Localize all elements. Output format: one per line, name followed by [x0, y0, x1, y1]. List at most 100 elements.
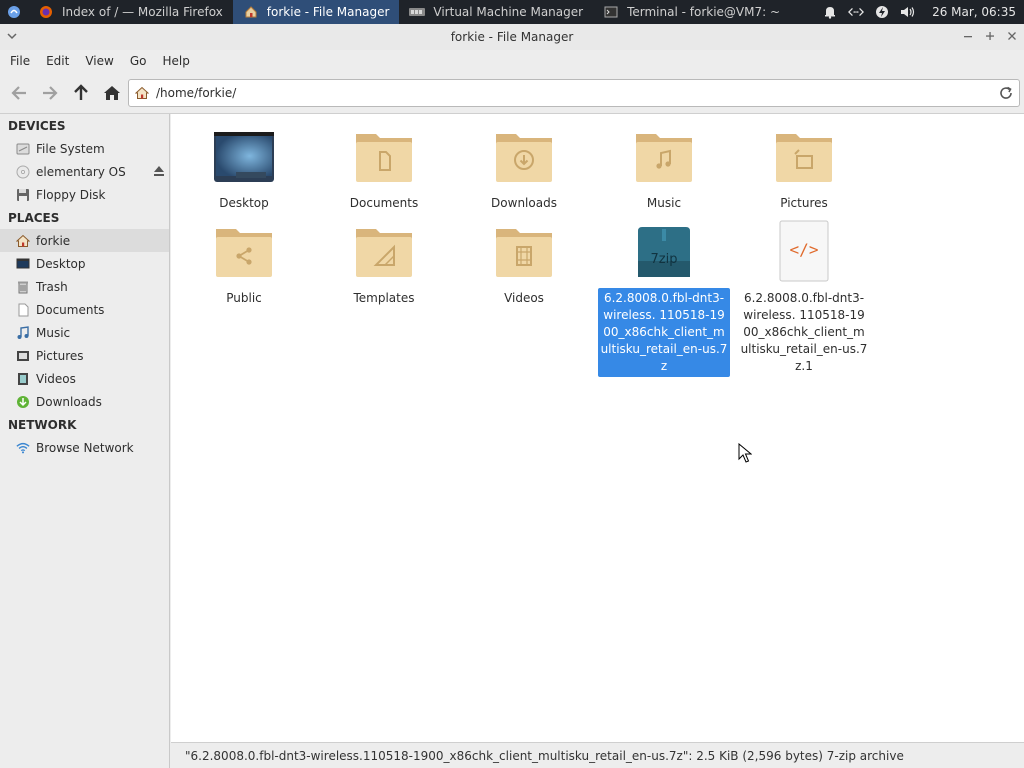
menu-help[interactable]: Help — [154, 54, 197, 68]
sidebar-item-label: Downloads — [36, 394, 102, 409]
document-icon — [16, 303, 30, 317]
home-button[interactable] — [96, 78, 127, 108]
task-terminal[interactable]: Terminal - forkie@VM7: ~ — [593, 0, 790, 24]
parent-folder-button[interactable] — [65, 78, 96, 108]
file-item-label: Pictures — [780, 196, 828, 210]
icon-text: </> — [789, 240, 819, 259]
sidebar-item-pictures[interactable]: Pictures — [0, 344, 169, 367]
task-label: Virtual Machine Manager — [433, 5, 584, 19]
arrow-left-icon — [10, 85, 26, 100]
desktop-folder-icon — [212, 124, 276, 188]
window-title: forkie - File Manager — [450, 30, 574, 44]
sidebar-item-browse-network[interactable]: Browse Network — [0, 436, 169, 459]
menubar: File Edit View Go Help — [0, 50, 1024, 72]
file-item-templates[interactable]: Templates — [319, 219, 449, 309]
file-item-music[interactable]: Music — [599, 124, 729, 214]
clock[interactable]: 26 Mar, 06:35 — [932, 5, 1016, 19]
sidebar-item-label: forkie — [36, 233, 71, 248]
app-menu-icon — [8, 6, 20, 18]
app-menu-button[interactable] — [0, 0, 28, 24]
sidebar-item-label: Music — [36, 325, 71, 340]
minimize-button[interactable] — [960, 28, 976, 44]
hard-drive-icon — [16, 142, 30, 156]
task-file-manager[interactable]: forkie - File Manager — [232, 0, 400, 24]
file-item-code-file[interactable]: </> 6.2.8008.0.fbl-dnt3-wireless. 110518… — [738, 219, 870, 377]
file-item-desktop[interactable]: Desktop — [179, 124, 309, 214]
file-item-label: Music — [646, 196, 682, 210]
task-label: Index of / — Mozilla Firefox — [62, 5, 223, 19]
task-label: forkie - File Manager — [266, 5, 390, 19]
close-button[interactable] — [1004, 28, 1020, 44]
reload-icon[interactable] — [998, 85, 1014, 101]
file-item-videos[interactable]: Videos — [459, 219, 589, 309]
terminal-icon — [603, 4, 619, 20]
task-firefox[interactable]: Index of / — Mozilla Firefox — [28, 0, 233, 24]
virt-manager-icon — [409, 4, 426, 20]
desktop-icon — [16, 257, 30, 271]
window-menu-icon[interactable] — [6, 30, 18, 42]
sidebar-item-label: Browse Network — [36, 440, 134, 455]
location-path[interactable]: /home/forkie/ — [156, 86, 236, 100]
network-arrows-icon[interactable] — [848, 4, 865, 20]
menu-view[interactable]: View — [77, 54, 121, 68]
window-titlebar[interactable]: forkie - File Manager — [0, 24, 1024, 50]
sidebar-item-music[interactable]: Music — [0, 321, 169, 344]
trash-icon — [16, 280, 30, 294]
folder-public-icon — [212, 219, 276, 283]
wifi-icon — [16, 441, 30, 455]
file-item-documents[interactable]: Documents — [319, 124, 449, 214]
sidebar-item-floppy-disk[interactable]: Floppy Disk — [0, 183, 169, 206]
file-item-label: Documents — [349, 196, 419, 210]
location-bar[interactable]: /home/forkie/ — [128, 79, 1020, 107]
sidebar-item-videos[interactable]: Videos — [0, 367, 169, 390]
maximize-button[interactable] — [982, 28, 998, 44]
sidebar-item-documents[interactable]: Documents — [0, 298, 169, 321]
forward-button[interactable] — [34, 78, 65, 108]
icon-text: 7zip — [650, 252, 678, 267]
folder-music-icon — [632, 124, 696, 188]
file-item-label: Desktop — [219, 196, 269, 210]
sidebar-item-forkie[interactable]: forkie — [0, 229, 169, 252]
notification-bell-icon[interactable] — [822, 4, 838, 20]
menu-edit[interactable]: Edit — [38, 54, 77, 68]
sidebar-item-label: File System — [36, 141, 105, 156]
file-item-label: Videos — [504, 291, 544, 305]
file-item-public[interactable]: Public — [179, 219, 309, 309]
task-virt-manager[interactable]: Virtual Machine Manager — [399, 0, 593, 24]
sidebar-item-trash[interactable]: Trash — [0, 275, 169, 298]
file-item-downloads[interactable]: Downloads — [459, 124, 589, 214]
power-bolt-icon[interactable] — [874, 4, 890, 20]
firefox-icon — [38, 4, 54, 20]
sidebar-item-file-system[interactable]: File System — [0, 137, 169, 160]
arrow-right-icon — [42, 85, 58, 100]
file-item-pictures[interactable]: Pictures — [739, 124, 869, 214]
home-icon — [16, 234, 30, 248]
sidebar-item-label: Desktop — [36, 256, 86, 271]
disc-icon — [16, 165, 30, 179]
sidebar-item-label: Videos — [36, 371, 76, 386]
sidebar-item-label: Pictures — [36, 348, 84, 363]
home-icon — [243, 4, 259, 20]
sidebar-item-elementary-os[interactable]: elementary OS — [0, 160, 169, 183]
maximize-icon — [986, 32, 994, 40]
volume-icon[interactable] — [900, 4, 916, 20]
file-item-label: 6.2.8008.0.fbl-dnt3-wireless. 110518-190… — [740, 291, 868, 373]
menu-go[interactable]: Go — [122, 54, 155, 68]
menu-file[interactable]: File — [2, 54, 38, 68]
file-item-label: Public — [226, 291, 262, 305]
status-text: "6.2.8008.0.fbl-dnt3-wireless.110518-190… — [185, 748, 904, 763]
sidebar-item-downloads[interactable]: Downloads — [0, 390, 169, 413]
eject-icon[interactable] — [153, 165, 165, 177]
toolbar: /home/forkie/ — [0, 72, 1024, 114]
task-label: Terminal - forkie@VM7: ~ — [627, 5, 781, 19]
close-icon — [1008, 32, 1016, 40]
music-note-icon — [16, 325, 30, 340]
back-button[interactable] — [3, 78, 34, 108]
mouse-cursor-icon — [738, 443, 752, 463]
devices-header: DEVICES — [8, 118, 66, 133]
file-item-7z-archive[interactable]: 7zip 6.2.8008.0.fbl-dnt3-wireless. 11051… — [598, 219, 730, 377]
file-item-label: Templates — [353, 291, 415, 305]
file-view[interactable]: Desktop Documents Downloads Music Pictur… — [171, 114, 1024, 742]
sidebar-item-desktop[interactable]: Desktop — [0, 252, 169, 275]
sidebar-item-label: Trash — [36, 279, 68, 294]
